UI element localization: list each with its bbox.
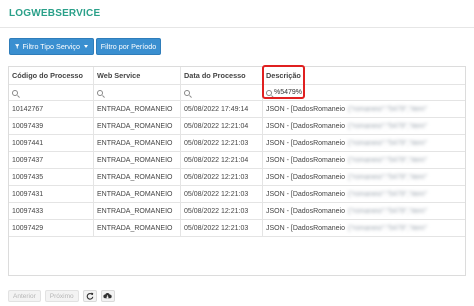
cell-date: 05/08/2022 12:21:03 — [181, 220, 263, 236]
description-text: JSON - [DadosRomaneio — [266, 157, 345, 164]
pager: Anterior Próximo — [8, 290, 115, 302]
cell-date: 05/08/2022 12:21:03 — [181, 203, 263, 219]
grid-filter-row: %5479% — [9, 85, 465, 101]
table-row[interactable]: 10097431 ENTRADA_ROMANEIO 05/08/2022 12:21… — [9, 186, 465, 203]
filter-cell-webservice[interactable] — [94, 85, 181, 100]
filter-type-label: Filtro Tipo Serviço — [22, 42, 80, 51]
cell-description: JSON - [DadosRomaneio {"romaneio":"5479",… — [263, 118, 465, 134]
download-button[interactable] — [100, 290, 115, 302]
table-row[interactable]: 10097437 ENTRADA_ROMANEIO 05/08/2022 12:21… — [9, 152, 465, 169]
description-text: JSON - [DadosRomaneio — [266, 140, 345, 147]
description-redacted: {"romaneio":"5479","item" — [347, 157, 428, 164]
cell-date: 05/08/2022 12:21:04 — [181, 152, 263, 168]
data-grid: Código do Processo Web Service Data do P… — [8, 66, 466, 276]
description-redacted: {"romaneio":"5479","item" — [347, 174, 428, 181]
cell-code: 10097439 — [9, 118, 94, 134]
description-redacted: {"romaneio":"5479","item" — [347, 208, 428, 215]
filter-cell-date[interactable] — [181, 85, 263, 100]
cell-date: 05/08/2022 12:21:03 — [181, 186, 263, 202]
description-redacted: {"romaneio":"5479","item" — [347, 123, 428, 130]
cell-webservice: ENTRADA_ROMANEIO — [94, 135, 181, 151]
prev-page-button[interactable]: Anterior — [8, 290, 41, 302]
description-text: JSON - [DadosRomaneio — [266, 208, 345, 215]
description-redacted: {"romaneio":"5479","item" — [347, 191, 428, 198]
cell-webservice: ENTRADA_ROMANEIO — [94, 152, 181, 168]
table-row[interactable]: 10142767 ENTRADA_ROMANEIO 05/08/2022 17:49… — [9, 101, 465, 118]
cell-code: 10097429 — [9, 220, 94, 236]
filter-period-button[interactable]: Filtro por Período — [96, 38, 161, 55]
description-redacted: {"romaneio":"5479","item" — [347, 140, 428, 147]
filter-period-label: Filtro por Período — [100, 42, 157, 51]
cell-description: JSON - [DadosRomaneio {"romaneio":"5479",… — [263, 169, 465, 185]
column-header-code[interactable]: Código do Processo — [9, 67, 94, 84]
cell-description: JSON - [DadosRomaneio {"romaneio":"5479",… — [263, 186, 465, 202]
page-title: LOGWEBSERVICE — [9, 8, 101, 19]
search-icon — [12, 90, 18, 96]
refresh-icon — [86, 292, 93, 300]
column-header-date[interactable]: Data do Processo — [181, 67, 263, 84]
search-icon — [97, 90, 103, 96]
table-row[interactable]: 10097429 ENTRADA_ROMANEIO 05/08/2022 12:21… — [9, 220, 465, 237]
search-icon — [184, 90, 190, 96]
cell-webservice: ENTRADA_ROMANEIO — [94, 169, 181, 185]
cell-description: JSON - [DadosRomaneio {"romaneio":"5479",… — [263, 203, 465, 219]
cell-webservice: ENTRADA_ROMANEIO — [94, 186, 181, 202]
next-page-button[interactable]: Próximo — [44, 290, 79, 302]
cell-webservice: ENTRADA_ROMANEIO — [94, 220, 181, 236]
cell-code: 10097435 — [9, 169, 94, 185]
grid-header-row: Código do Processo Web Service Data do P… — [9, 67, 465, 85]
table-row[interactable]: 10097441 ENTRADA_ROMANEIO 05/08/2022 12:21… — [9, 135, 465, 152]
cell-description: JSON - [DadosRomaneio {"romaneio":"5479",… — [263, 101, 465, 117]
cell-description: JSON - [DadosRomaneio {"romaneio":"5479",… — [263, 152, 465, 168]
search-icon — [266, 90, 272, 96]
cell-webservice: ENTRADA_ROMANEIO — [94, 203, 181, 219]
cell-description: JSON - [DadosRomaneio {"romaneio":"5479",… — [263, 220, 465, 236]
description-redacted: {"romaneio":"5479","item" — [347, 106, 428, 113]
description-text: JSON - [DadosRomaneio — [266, 123, 345, 130]
cell-code: 10097437 — [9, 152, 94, 168]
title-divider — [0, 27, 474, 28]
cell-date: 05/08/2022 12:21:04 — [181, 118, 263, 134]
description-text: JSON - [DadosRomaneio — [266, 191, 345, 198]
filter-type-button[interactable]: Filtro Tipo Serviço — [9, 38, 94, 55]
description-text: JSON - [DadosRomaneio — [266, 106, 345, 113]
description-redacted: {"romaneio":"5479","item" — [347, 225, 428, 232]
cell-date: 05/08/2022 12:21:03 — [181, 169, 263, 185]
cell-webservice: ENTRADA_ROMANEIO — [94, 101, 181, 117]
cell-description: JSON - [DadosRomaneio {"romaneio":"5479",… — [263, 135, 465, 151]
cell-code: 10142767 — [9, 101, 94, 117]
chevron-down-icon — [84, 45, 88, 48]
refresh-button[interactable] — [82, 290, 97, 302]
description-text: JSON - [DadosRomaneio — [266, 225, 345, 232]
filter-cell-description[interactable]: %5479% — [263, 85, 465, 100]
table-row[interactable]: 10097435 ENTRADA_ROMANEIO 05/08/2022 12:21… — [9, 169, 465, 186]
table-row[interactable]: 10097433 ENTRADA_ROMANEIO 05/08/2022 12:21… — [9, 203, 465, 220]
filter-value-description: %5479% — [274, 89, 303, 96]
cell-webservice: ENTRADA_ROMANEIO — [94, 118, 181, 134]
cloud-download-icon — [103, 293, 112, 299]
filter-cell-code[interactable] — [9, 85, 94, 100]
cell-date: 05/08/2022 17:49:14 — [181, 101, 263, 117]
cell-code: 10097433 — [9, 203, 94, 219]
cell-code: 10097441 — [9, 135, 94, 151]
cell-date: 05/08/2022 12:21:03 — [181, 135, 263, 151]
column-header-webservice[interactable]: Web Service — [94, 67, 181, 84]
column-header-description[interactable]: Descrição — [263, 67, 465, 84]
funnel-icon — [15, 44, 20, 49]
table-row[interactable]: 10097439 ENTRADA_ROMANEIO 05/08/2022 12:21… — [9, 118, 465, 135]
cell-code: 10097431 — [9, 186, 94, 202]
description-text: JSON - [DadosRomaneio — [266, 174, 345, 181]
